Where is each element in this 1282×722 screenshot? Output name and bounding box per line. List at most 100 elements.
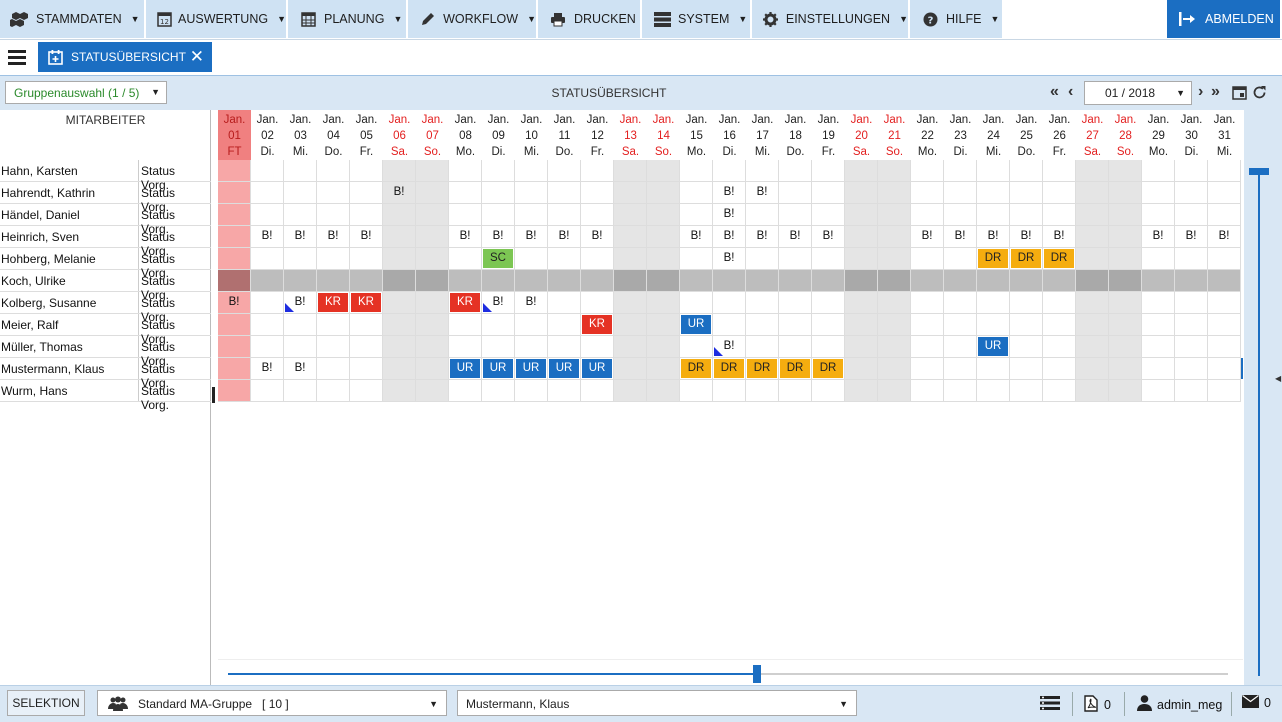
status-cell[interactable] [614,358,647,380]
status-cell[interactable] [251,182,284,204]
status-cell[interactable] [218,380,251,402]
menu-stammdaten[interactable]: STAMMDATEN ▼ [0,0,146,38]
status-cell[interactable] [1142,248,1175,270]
scroll-thumb[interactable] [753,665,761,683]
status-cell[interactable]: B! [284,292,317,314]
status-cell[interactable] [845,336,878,358]
menu-einstellungen[interactable]: EINSTELLUNGEN ▼ [752,0,910,38]
status-cell[interactable] [647,248,680,270]
group-select[interactable]: Gruppenauswahl (1 / 5) ▼ [5,81,167,104]
status-cell[interactable] [680,292,713,314]
status-cell[interactable] [383,160,416,182]
employee-row[interactable]: Hahrendt, Kathrin Status Vorg. [0,182,211,214]
status-cell[interactable] [1175,314,1208,336]
status-cell[interactable] [449,380,482,402]
month-select[interactable]: 01 / 2018 ▼ [1084,81,1192,105]
status-cell[interactable] [1142,160,1175,182]
status-cell[interactable] [779,160,812,182]
status-cell[interactable] [482,336,515,358]
status-cell[interactable] [1010,336,1043,358]
status-cell[interactable] [1076,204,1109,226]
calendar-icon[interactable] [1232,85,1247,105]
status-cell[interactable]: KR [317,292,350,314]
status-cell[interactable] [449,314,482,336]
employee-row[interactable]: Wurm, Hans Status Vorg. [0,380,211,412]
status-cell[interactable] [383,292,416,314]
status-cell[interactable]: DR [680,358,713,380]
status-cell[interactable]: B! [581,226,614,248]
status-cell[interactable] [515,380,548,402]
status-cell[interactable] [416,358,449,380]
status-cell[interactable] [977,358,1010,380]
panel-resize-handle[interactable] [212,387,215,403]
status-cell[interactable]: B! [713,182,746,204]
status-link[interactable]: Status Vorg. [138,204,207,236]
status-cell[interactable] [251,270,284,292]
status-cell[interactable] [416,292,449,314]
status-cell[interactable]: B! [482,226,515,248]
menu-drucken[interactable]: DRUCKEN [538,0,642,38]
employee-group-select[interactable]: Standard MA-Gruppe [ 10 ] ▼ [97,690,447,716]
status-cell[interactable]: B! [713,204,746,226]
status-cell[interactable]: B! [779,226,812,248]
status-cell[interactable] [878,270,911,292]
status-cell[interactable] [581,182,614,204]
status-cell[interactable] [845,292,878,314]
status-link[interactable]: Status Vorg. [138,160,207,192]
status-cell[interactable] [416,380,449,402]
status-cell[interactable] [878,314,911,336]
status-cell[interactable]: B! [515,292,548,314]
employee-row[interactable]: Kolberg, Susanne Status Vorg. [0,292,211,324]
status-cell[interactable] [746,270,779,292]
status-cell[interactable]: UR [482,358,515,380]
status-cell[interactable] [1109,204,1142,226]
employee-row[interactable]: Meier, Ralf Status Vorg. [0,314,211,346]
status-cell[interactable] [449,160,482,182]
status-cell[interactable] [482,182,515,204]
last-page-icon[interactable]: » [1211,83,1220,101]
status-cell[interactable] [1043,380,1076,402]
status-cell[interactable] [1010,204,1043,226]
status-cell[interactable] [878,248,911,270]
status-cell[interactable] [746,292,779,314]
status-cell[interactable] [350,380,383,402]
employee-row[interactable]: Koch, Ulrike Status Vorg. [0,270,211,302]
status-cell[interactable] [1142,182,1175,204]
status-cell[interactable] [1142,380,1175,402]
status-cell[interactable]: B! [548,226,581,248]
status-cell[interactable] [746,204,779,226]
status-cell[interactable] [878,160,911,182]
status-cell[interactable] [317,160,350,182]
status-cell[interactable] [383,380,416,402]
status-cell[interactable] [1208,270,1241,292]
status-cell[interactable] [1109,270,1142,292]
status-cell[interactable] [1208,292,1241,314]
status-cell[interactable] [845,204,878,226]
status-cell[interactable] [350,182,383,204]
status-cell[interactable] [1076,358,1109,380]
status-cell[interactable] [944,314,977,336]
status-cell[interactable] [581,204,614,226]
status-cell[interactable] [218,226,251,248]
status-cell[interactable] [284,160,317,182]
status-cell[interactable] [878,204,911,226]
status-cell[interactable] [1076,292,1109,314]
status-cell[interactable]: B! [1142,226,1175,248]
status-cell[interactable] [1175,380,1208,402]
status-cell[interactable] [1142,358,1175,380]
status-cell[interactable]: B! [1010,226,1043,248]
employee-row[interactable]: Händel, Daniel Status Vorg. [0,204,211,236]
status-cell[interactable] [482,270,515,292]
status-cell[interactable] [911,160,944,182]
status-cell[interactable] [350,248,383,270]
status-cell[interactable] [812,248,845,270]
status-cell[interactable]: B! [977,226,1010,248]
status-cell[interactable]: B! [944,226,977,248]
status-cell[interactable] [284,380,317,402]
status-cell[interactable] [845,182,878,204]
status-cell[interactable]: UR [449,358,482,380]
status-cell[interactable] [548,336,581,358]
status-cell[interactable] [284,270,317,292]
status-cell[interactable] [944,358,977,380]
status-cell[interactable] [746,248,779,270]
